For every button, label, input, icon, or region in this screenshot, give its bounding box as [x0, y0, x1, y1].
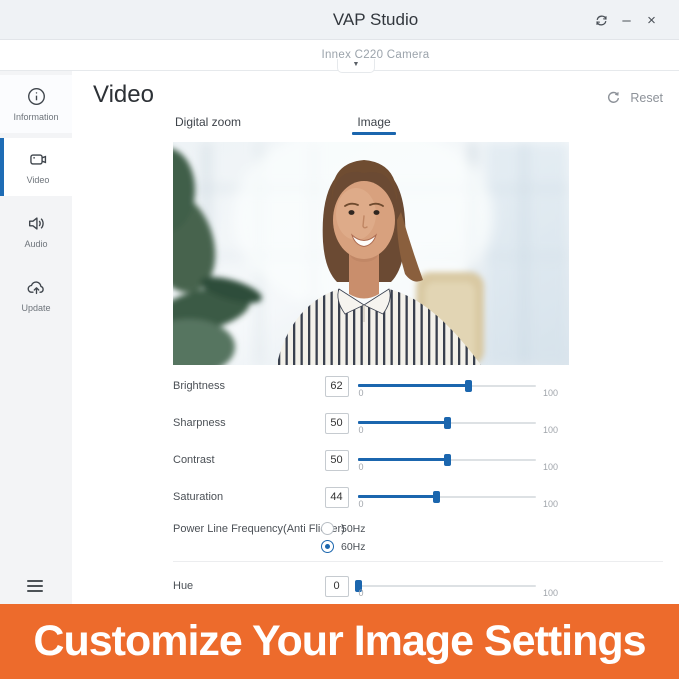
sidebar-item-label: Video — [27, 175, 50, 185]
slider-thumb[interactable] — [444, 417, 451, 429]
hue-slider[interactable]: 0 — [358, 575, 536, 597]
close-button[interactable]: × — [639, 6, 664, 34]
reset-button[interactable]: Reset — [606, 90, 663, 105]
sidebar-item-video[interactable]: Video — [0, 138, 72, 196]
saturation-slider[interactable]: 0 — [358, 486, 536, 508]
slider-max-label: 100 — [543, 449, 558, 472]
slider-fill — [358, 421, 447, 424]
tab-digital-zoom[interactable]: Digital zoom — [160, 109, 256, 135]
sidebar: Information Video Audio Updat — [0, 71, 72, 604]
window-controls: – × — [589, 0, 664, 40]
slider-row-sharpness: Sharpness 50 0 100 — [173, 412, 558, 434]
slider-row-hue: Hue 0 0 100 — [173, 575, 558, 597]
video-camera-icon — [28, 149, 49, 170]
slider-thumb[interactable] — [465, 380, 472, 392]
tab-image[interactable]: Image — [326, 109, 422, 135]
slider-max-label: 100 — [543, 486, 558, 509]
radio-button-icon[interactable] — [321, 540, 334, 553]
slider-min-label: 0 — [359, 462, 364, 472]
slider-min-label: 0 — [359, 499, 364, 509]
page-title: Video — [93, 81, 154, 109]
contrast-value-input[interactable]: 50 — [325, 450, 349, 471]
radio-60hz[interactable]: 60Hz — [321, 540, 366, 553]
slider-label: Sharpness — [173, 412, 325, 434]
refresh-icon[interactable] — [589, 6, 614, 34]
hue-value-input[interactable]: 0 — [325, 576, 349, 597]
menu-icon[interactable] — [27, 580, 43, 595]
radio-50hz[interactable]: 50Hz — [321, 522, 366, 535]
section-divider — [173, 561, 663, 562]
sidebar-item-update[interactable]: Update — [0, 266, 72, 324]
camera-dropdown-caret-icon[interactable]: ▼ — [337, 59, 375, 73]
slider-label: Brightness — [173, 375, 325, 397]
slider-label: Saturation — [173, 486, 325, 508]
contrast-slider[interactable]: 0 — [358, 449, 536, 471]
reset-icon — [606, 90, 621, 105]
sidebar-item-label: Update — [21, 303, 50, 313]
brightness-slider[interactable]: 0 — [358, 375, 536, 397]
slider-row-saturation: Saturation 44 0 100 — [173, 486, 558, 508]
sidebar-item-label: Information — [13, 112, 58, 122]
brightness-value-input[interactable]: 62 — [325, 376, 349, 397]
speaker-icon — [26, 213, 47, 234]
main-content: Video Reset Digital zoom Image — [72, 71, 679, 604]
slider-row-brightness: Brightness 62 0 100 — [173, 375, 558, 397]
slider-max-label: 100 — [543, 412, 558, 435]
slider-label: Hue — [173, 575, 325, 597]
slider-fill — [358, 458, 447, 461]
power-line-frequency-label: Power Line Frequency(Anti Flicker) — [173, 521, 345, 537]
sharpness-slider[interactable]: 0 — [358, 412, 536, 434]
slider-min-label: 0 — [359, 388, 364, 398]
minimize-button[interactable]: – — [614, 6, 639, 34]
slider-min-label: 0 — [359, 588, 364, 598]
reset-label: Reset — [630, 91, 663, 105]
sidebar-item-audio[interactable]: Audio — [0, 202, 72, 260]
banner-text: Customize Your Image Settings — [33, 617, 645, 666]
promo-banner: Customize Your Image Settings — [0, 604, 679, 679]
sidebar-item-information[interactable]: Information — [0, 75, 72, 133]
slider-max-label: 100 — [543, 375, 558, 398]
slider-thumb[interactable] — [433, 491, 440, 503]
radio-label: 60Hz — [341, 541, 366, 553]
saturation-value-input[interactable]: 44 — [325, 487, 349, 508]
radio-label: 50Hz — [341, 523, 366, 535]
vap-studio-window: VAP Studio – × Innex C220 Camera ▼ — [0, 0, 679, 679]
radio-button-icon[interactable] — [321, 522, 334, 535]
sidebar-item-label: Audio — [24, 239, 47, 249]
slider-min-label: 0 — [359, 425, 364, 435]
slider-row-contrast: Contrast 50 0 100 — [173, 449, 558, 471]
sharpness-value-input[interactable]: 50 — [325, 413, 349, 434]
webcam-preview-image — [173, 142, 569, 365]
slider-fill — [358, 495, 437, 498]
slider-fill — [358, 384, 469, 387]
camera-name: Innex C220 Camera — [72, 40, 679, 70]
title-bar: VAP Studio – × — [0, 0, 679, 40]
slider-max-label: 100 — [543, 575, 558, 598]
slider-track[interactable] — [358, 585, 536, 587]
info-icon — [26, 86, 47, 107]
cloud-upload-icon — [26, 277, 47, 298]
app-title: VAP Studio — [72, 0, 679, 40]
webcam-preview — [173, 142, 569, 365]
slider-label: Contrast — [173, 449, 325, 471]
slider-thumb[interactable] — [444, 454, 451, 466]
